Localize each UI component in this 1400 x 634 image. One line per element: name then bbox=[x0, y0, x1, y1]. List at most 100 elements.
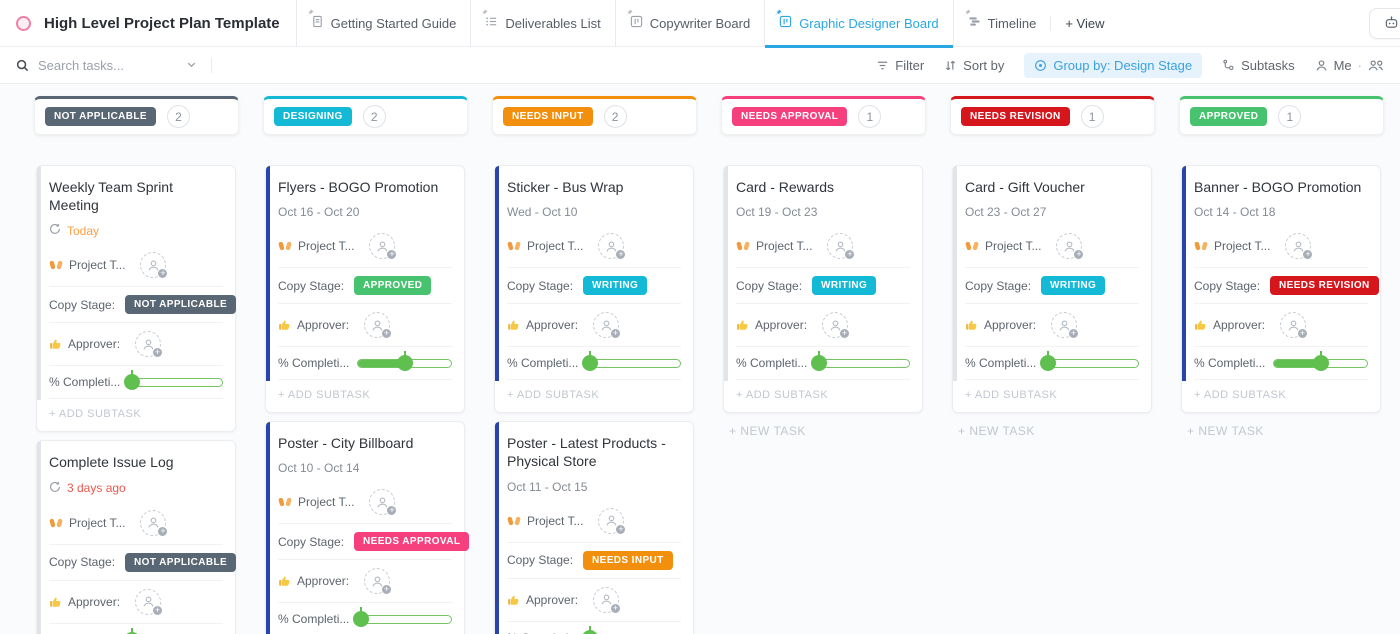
field-percent-complete[interactable]: % Completi... bbox=[1194, 346, 1368, 379]
add-approver-button[interactable] bbox=[1280, 312, 1306, 338]
add-approver-button[interactable] bbox=[1051, 312, 1077, 338]
copy-stage-badge[interactable]: WRITING bbox=[583, 276, 647, 295]
task-card[interactable]: Card - Gift Voucher Oct 23 - Oct 27 Proj… bbox=[952, 165, 1152, 413]
copy-stage-badge[interactable]: NEEDS APPROVAL bbox=[354, 532, 469, 551]
field-project-team[interactable]: Project T... bbox=[507, 500, 681, 542]
task-title[interactable]: Complete Issue Log bbox=[49, 453, 223, 471]
percent-complete-slider[interactable] bbox=[1044, 355, 1139, 371]
subtasks-button[interactable]: Subtasks bbox=[1222, 58, 1294, 73]
slider-thumb[interactable] bbox=[582, 355, 598, 371]
task-title[interactable]: Card - Rewards bbox=[736, 178, 910, 196]
copy-stage-badge[interactable]: APPROVED bbox=[354, 276, 431, 295]
task-title[interactable]: Poster - Latest Products - Physical Stor… bbox=[507, 434, 681, 470]
field-copy-stage[interactable]: Copy Stage: WRITING bbox=[507, 267, 681, 303]
task-title[interactable]: Card - Gift Voucher bbox=[965, 178, 1139, 196]
new-task-button[interactable]: + NEW TASK bbox=[1187, 424, 1384, 438]
percent-complete-slider[interactable] bbox=[586, 630, 681, 634]
slider-thumb[interactable] bbox=[124, 374, 140, 390]
task-card[interactable]: Weekly Team Sprint Meeting Today Project… bbox=[36, 165, 236, 432]
field-approver[interactable]: Approver: bbox=[1194, 303, 1368, 346]
add-subtask-button[interactable]: + ADD SUBTASK bbox=[49, 398, 223, 431]
field-copy-stage[interactable]: Copy Stage: NEEDS APPROVAL bbox=[278, 523, 452, 559]
field-percent-complete[interactable]: % Completi... bbox=[278, 346, 452, 379]
task-card[interactable]: Poster - Latest Products - Physical Stor… bbox=[494, 421, 694, 634]
copy-stage-badge[interactable]: WRITING bbox=[812, 276, 876, 295]
copy-stage-badge[interactable]: NOT APPLICABLE bbox=[125, 295, 236, 314]
column-header[interactable]: DESIGNING 2 bbox=[263, 96, 468, 135]
column-header[interactable]: APPROVED 1 bbox=[1179, 96, 1384, 135]
task-dates[interactable]: 3 days ago bbox=[49, 481, 223, 496]
tab-copywriter-board[interactable]: Copywriter Board bbox=[615, 0, 764, 47]
task-title[interactable]: Flyers - BOGO Promotion bbox=[278, 178, 452, 196]
task-card[interactable]: Poster - City Billboard Oct 10 - Oct 14 … bbox=[265, 421, 465, 634]
field-project-team[interactable]: Project T... bbox=[965, 225, 1139, 267]
field-percent-complete[interactable]: % Completi... bbox=[507, 621, 681, 634]
slider-thumb[interactable] bbox=[811, 355, 827, 371]
add-assignee-button[interactable] bbox=[369, 489, 395, 515]
task-dates[interactable]: Oct 19 - Oct 23 bbox=[736, 205, 910, 219]
new-task-button[interactable]: + NEW TASK bbox=[958, 424, 1155, 438]
tab-getting-started-guide[interactable]: Getting Started Guide bbox=[296, 0, 471, 47]
me-filter-button[interactable]: Me · bbox=[1315, 58, 1384, 73]
column-header[interactable]: NEEDS INPUT 2 bbox=[492, 96, 697, 135]
add-assignee-button[interactable] bbox=[369, 233, 395, 259]
slider-thumb[interactable] bbox=[1040, 355, 1056, 371]
field-project-team[interactable]: Project T... bbox=[1194, 225, 1368, 267]
task-title[interactable]: Banner - BOGO Promotion bbox=[1194, 178, 1368, 196]
column-header[interactable]: NEEDS REVISION 1 bbox=[950, 96, 1155, 135]
field-approver[interactable]: Approver: bbox=[49, 322, 223, 365]
field-project-team[interactable]: Project T... bbox=[278, 225, 452, 267]
field-approver[interactable]: Approver: bbox=[736, 303, 910, 346]
field-copy-stage[interactable]: Copy Stage: NOT APPLICABLE bbox=[49, 286, 223, 322]
add-view-button[interactable]: + View bbox=[1050, 16, 1118, 31]
task-card[interactable]: Banner - BOGO Promotion Oct 14 - Oct 18 … bbox=[1181, 165, 1381, 413]
add-subtask-button[interactable]: + ADD SUBTASK bbox=[507, 379, 681, 412]
task-card[interactable]: Complete Issue Log 3 days ago Project T.… bbox=[36, 440, 236, 634]
add-subtask-button[interactable]: + ADD SUBTASK bbox=[278, 379, 452, 412]
add-subtask-button[interactable]: + ADD SUBTASK bbox=[965, 379, 1139, 412]
add-assignee-button[interactable] bbox=[827, 233, 853, 259]
field-percent-complete[interactable]: % Completi... bbox=[278, 602, 452, 634]
sort-button[interactable]: Sort by bbox=[944, 58, 1004, 73]
copy-stage-badge[interactable]: WRITING bbox=[1041, 276, 1105, 295]
percent-complete-slider[interactable] bbox=[815, 355, 910, 371]
task-dates[interactable]: Oct 14 - Oct 18 bbox=[1194, 205, 1368, 219]
field-project-team[interactable]: Project T... bbox=[736, 225, 910, 267]
task-dates[interactable]: Oct 11 - Oct 15 bbox=[507, 480, 681, 494]
field-approver[interactable]: Approver: bbox=[965, 303, 1139, 346]
field-approver[interactable]: Approver: bbox=[507, 303, 681, 346]
add-subtask-button[interactable]: + ADD SUBTASK bbox=[736, 379, 910, 412]
slider-thumb[interactable] bbox=[582, 630, 598, 634]
add-subtask-button[interactable]: + ADD SUBTASK bbox=[1194, 379, 1368, 412]
add-assignee-button[interactable] bbox=[140, 510, 166, 536]
field-project-team[interactable]: Project T... bbox=[49, 502, 223, 544]
task-dates[interactable]: Oct 10 - Oct 14 bbox=[278, 461, 452, 475]
task-dates[interactable]: Oct 16 - Oct 20 bbox=[278, 205, 452, 219]
field-copy-stage[interactable]: Copy Stage: WRITING bbox=[736, 267, 910, 303]
tab-deliverables-list[interactable]: Deliverables List bbox=[470, 0, 614, 47]
field-project-team[interactable]: Project T... bbox=[49, 244, 223, 286]
task-dates[interactable]: Today bbox=[49, 223, 223, 238]
add-approver-button[interactable] bbox=[364, 312, 390, 338]
add-assignee-button[interactable] bbox=[1056, 233, 1082, 259]
field-copy-stage[interactable]: Copy Stage: NEEDS INPUT bbox=[507, 542, 681, 578]
field-copy-stage[interactable]: Copy Stage: NEEDS REVISION bbox=[1194, 267, 1368, 303]
field-percent-complete[interactable]: % Completi... bbox=[736, 346, 910, 379]
task-card[interactable]: Card - Rewards Oct 19 - Oct 23 Project T… bbox=[723, 165, 923, 413]
percent-complete-slider[interactable] bbox=[586, 355, 681, 371]
field-approver[interactable]: Approver: bbox=[278, 303, 452, 346]
group-by-button[interactable]: Group by: Design Stage bbox=[1024, 53, 1202, 78]
task-title[interactable]: Sticker - Bus Wrap bbox=[507, 178, 681, 196]
field-project-team[interactable]: Project T... bbox=[507, 225, 681, 267]
field-percent-complete[interactable]: % Completi... bbox=[49, 365, 223, 398]
field-percent-complete[interactable]: % Completi... bbox=[49, 623, 223, 634]
field-approver[interactable]: Approver: bbox=[507, 578, 681, 621]
add-assignee-button[interactable] bbox=[140, 252, 166, 278]
add-assignee-button[interactable] bbox=[1285, 233, 1311, 259]
field-copy-stage[interactable]: Copy Stage: NOT APPLICABLE bbox=[49, 544, 223, 580]
assignees-icon[interactable] bbox=[1368, 59, 1384, 72]
task-title[interactable]: Weekly Team Sprint Meeting bbox=[49, 178, 223, 214]
add-approver-button[interactable] bbox=[364, 568, 390, 594]
column-header[interactable]: NOT APPLICABLE 2 bbox=[34, 96, 239, 135]
chevron-down-icon[interactable] bbox=[186, 58, 197, 73]
